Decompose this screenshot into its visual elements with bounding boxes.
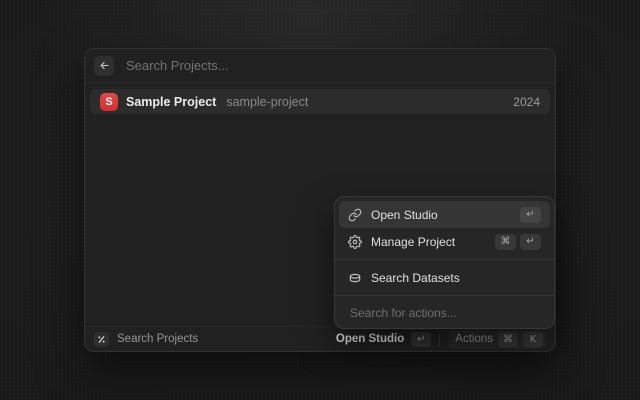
enter-key-badge: ↵ <box>411 332 431 347</box>
enter-key-badge: ↵ <box>520 234 541 250</box>
actions-search-input[interactable] <box>348 305 541 321</box>
desktop-background: S Sample Project sample-project 2024 Sea… <box>0 0 640 400</box>
project-slug: sample-project <box>226 95 308 109</box>
footer-context-label: Search Projects <box>117 333 198 345</box>
project-result-row[interactable]: S Sample Project sample-project 2024 <box>90 89 550 114</box>
enter-key-badge: ↵ <box>520 207 541 223</box>
actions-menu-button[interactable]: Actions ⌘ K <box>448 330 546 349</box>
menu-item-keys: ↵ <box>520 207 541 223</box>
command-key-badge: ⌘ <box>495 234 516 250</box>
menu-divider <box>335 295 554 296</box>
menu-item-label: Manage Project <box>371 235 455 249</box>
k-key-badge: K <box>523 332 543 347</box>
menu-item-label: Search Datasets <box>371 271 460 285</box>
menu-divider <box>335 259 554 260</box>
menu-item-open-studio[interactable]: Open Studio ↵ <box>339 201 550 228</box>
open-studio-footer-label: Open Studio <box>336 333 404 345</box>
menu-item-label: Open Studio <box>371 208 438 222</box>
actions-popover: Open Studio ↵ Manage Project ⌘ ↵ <box>334 196 555 329</box>
open-studio-footer-button[interactable]: Open Studio ↵ <box>336 332 431 347</box>
actions-button-label: Actions <box>455 333 493 345</box>
project-meta: 2024 <box>513 95 540 109</box>
menu-item-manage-project[interactable]: Manage Project ⌘ ↵ <box>339 228 550 255</box>
search-projects-input[interactable] <box>124 57 546 74</box>
menu-item-search-datasets[interactable]: Search Datasets <box>339 264 550 291</box>
arrow-left-icon <box>99 60 110 71</box>
palette-footer: Search Projects Open Studio ↵ Actions ⌘ … <box>85 326 555 351</box>
project-name: Sample Project <box>126 95 216 109</box>
back-button[interactable] <box>94 56 114 76</box>
menu-item-keys: ⌘ ↵ <box>495 234 541 250</box>
command-key-badge: ⌘ <box>498 332 518 347</box>
actions-search-row <box>335 300 554 328</box>
link-icon <box>348 208 362 222</box>
footer-separator <box>439 333 440 346</box>
app-logo-icon <box>94 332 109 347</box>
project-avatar: S <box>100 93 118 111</box>
footer-actions-area: Open Studio ↵ Actions ⌘ K <box>336 330 546 349</box>
database-icon <box>348 271 362 285</box>
palette-search-bar <box>85 49 555 83</box>
gear-icon <box>348 235 362 249</box>
